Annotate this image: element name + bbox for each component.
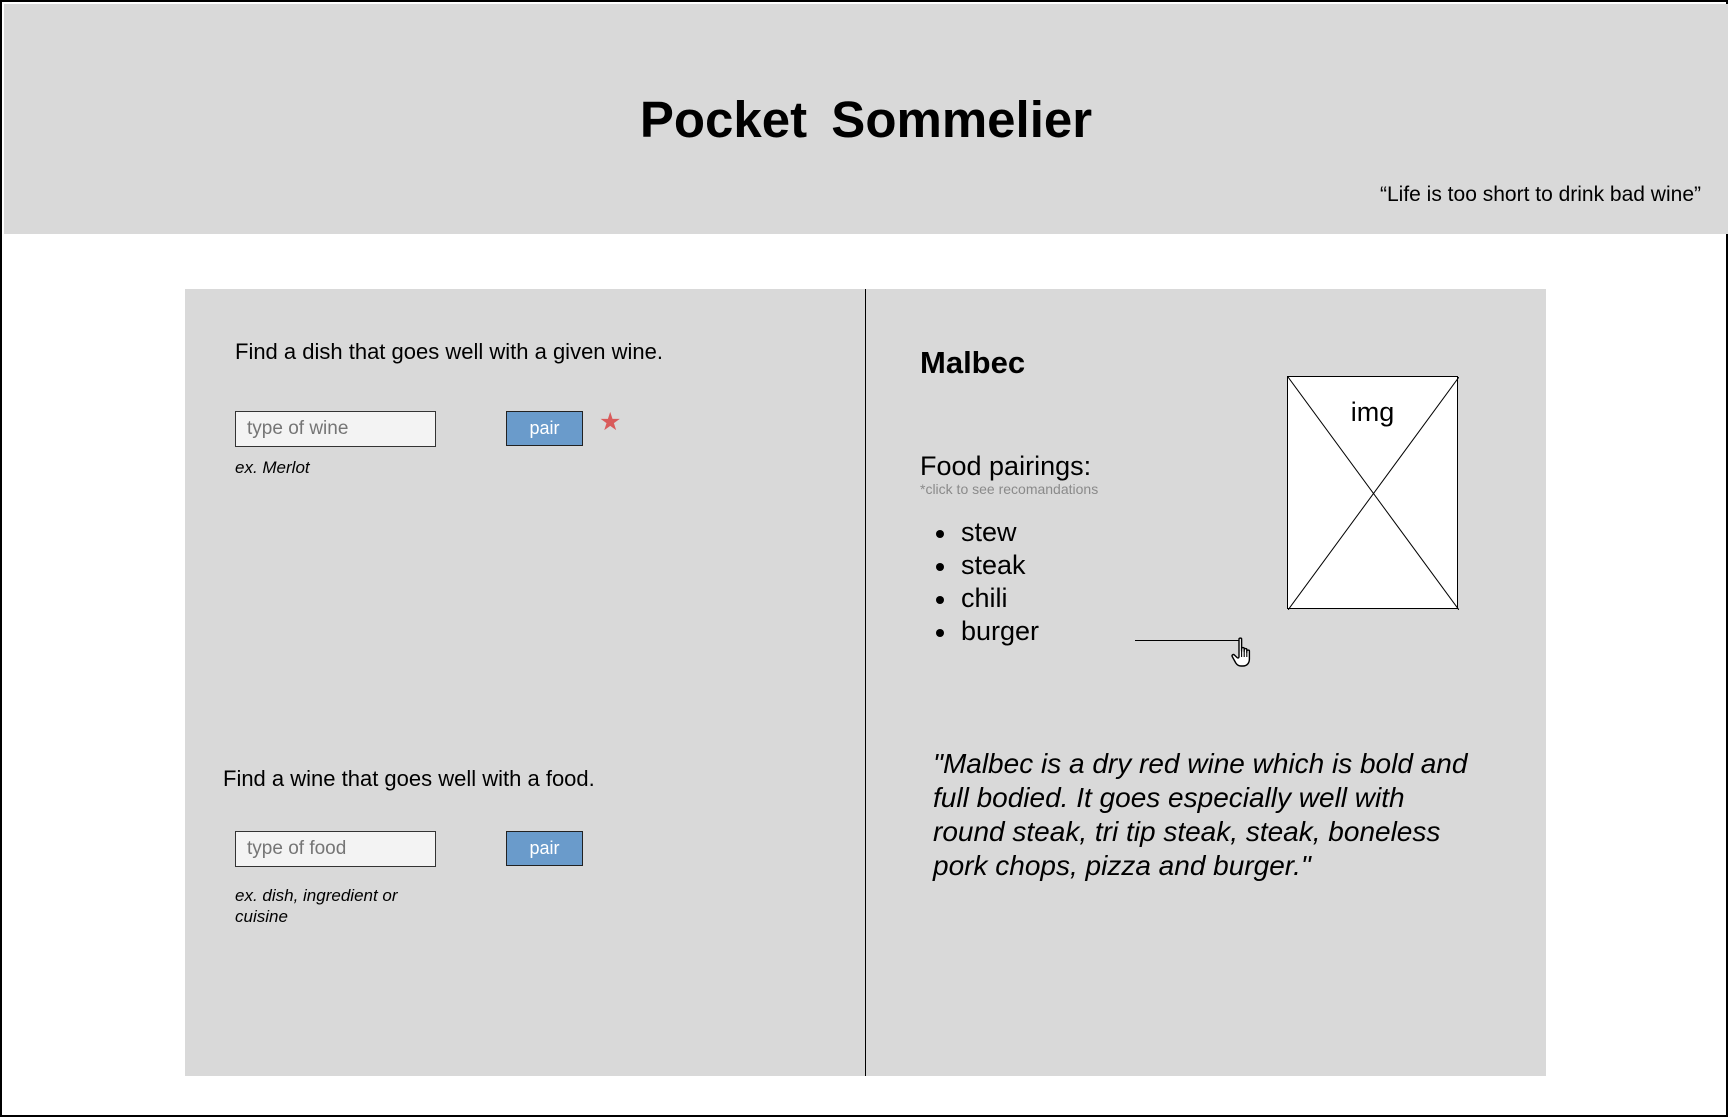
food-pairing-label: burger	[961, 616, 1040, 646]
tagline: “Life is too short to drink bad wine”	[1380, 183, 1701, 206]
food-pairing-label: stew	[961, 517, 1017, 547]
wine-input-hint: ex. Merlot	[235, 458, 310, 477]
bullet-icon	[936, 629, 944, 637]
pair-food-button[interactable]: pair	[506, 831, 583, 866]
column-divider	[865, 289, 866, 1076]
food-pairing-item[interactable]: stew	[920, 516, 1039, 549]
wine-finder-prompt: Find a wine that goes well with a food.	[223, 766, 595, 791]
food-pairing-label: chili	[961, 583, 1008, 613]
image-placeholder-icon: img	[1287, 376, 1459, 610]
wine-type-input[interactable]	[235, 411, 436, 447]
page-frame: Pocket Sommelier “Life is too short to d…	[0, 0, 1728, 1117]
food-pairings-note: *click to see recomandations	[920, 481, 1099, 497]
food-pairings-list: stew steak chili burger	[920, 516, 1039, 648]
food-pairing-item[interactable]: chili	[920, 582, 1039, 615]
pair-wine-button[interactable]: pair	[506, 411, 583, 446]
image-placeholder-label: img	[1350, 397, 1395, 427]
wine-name: Malbec	[920, 345, 1026, 380]
food-type-input[interactable]	[235, 831, 436, 867]
dish-finder-prompt: Find a dish that goes well with a given …	[235, 339, 664, 364]
main-panel: Find a dish that goes well with a given …	[185, 289, 1546, 1076]
hover-underline	[1135, 640, 1240, 641]
wine-description: "Malbec is a dry red wine which is bold …	[933, 748, 1468, 881]
food-input-hint-line2: cuisine	[235, 907, 288, 926]
app-title: Pocket Sommelier	[639, 91, 1093, 148]
bullet-icon	[936, 563, 944, 571]
food-input-hint-line1: ex. dish, ingredient or	[235, 886, 398, 905]
star-icon: ★	[599, 408, 622, 436]
food-pairing-item[interactable]: steak	[920, 549, 1039, 582]
food-input-hint: ex. dish, ingredient or cuisine	[235, 885, 398, 927]
food-pairing-item[interactable]: burger	[920, 615, 1039, 648]
header: Pocket Sommelier “Life is too short to d…	[4, 4, 1728, 234]
bullet-icon	[936, 530, 944, 538]
hand-pointer-icon	[1231, 637, 1251, 667]
bullet-icon	[936, 596, 944, 604]
food-pairings-title: Food pairings:	[920, 451, 1092, 481]
food-pairing-label: steak	[961, 550, 1026, 580]
